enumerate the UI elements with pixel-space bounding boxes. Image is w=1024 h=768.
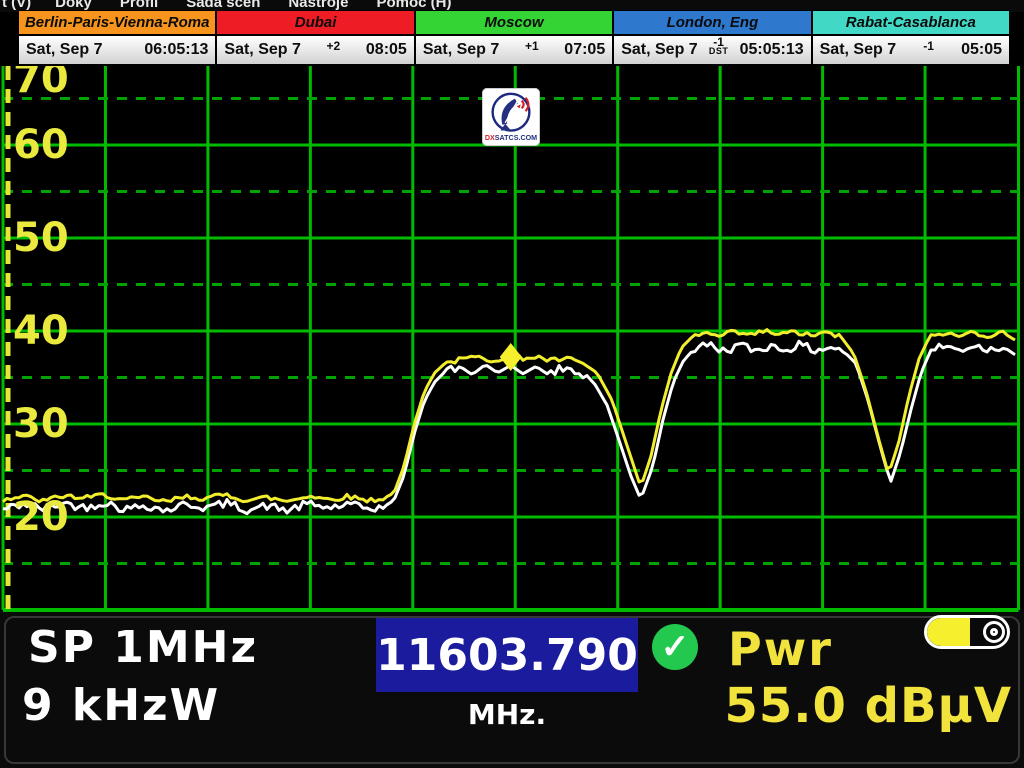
clock-date: Sat, Sep 7 bbox=[423, 41, 499, 59]
clock-time: 05:05:13 bbox=[740, 41, 804, 59]
frequency-unit-label: MHz. bbox=[376, 698, 638, 731]
clock-rabat-casablanca[interactable]: Rabat-Casablanca Sat, Sep 7 -1 05:05 bbox=[812, 10, 1010, 65]
svg-text:DXSATCS.COM: DXSATCS.COM bbox=[485, 134, 537, 142]
clock-utc-offset: +2 bbox=[327, 39, 341, 53]
clock-city-label: Rabat-Casablanca bbox=[813, 11, 1009, 36]
clock-utc-offset: +1 bbox=[525, 39, 539, 53]
span-setting-label: SP 1MHz bbox=[28, 622, 258, 673]
frequency-value: 11603.790 bbox=[376, 630, 638, 681]
power-label: Pwr bbox=[728, 622, 833, 676]
toggle-knob-center-icon bbox=[990, 628, 998, 636]
bandwidth-setting-label: 9 kHzW bbox=[22, 680, 220, 731]
spectrum-plot[interactable]: 70 60 50 40 30 20 bbox=[0, 66, 1024, 612]
dxsatcs-logo: DXSATCS.COM bbox=[482, 88, 540, 146]
clock-time: 08:05 bbox=[366, 41, 407, 59]
y-axis-tick-label: 60 bbox=[13, 122, 69, 168]
frequency-display[interactable]: 11603.790 bbox=[376, 618, 638, 692]
y-axis-tick-label: 40 bbox=[13, 308, 69, 354]
clock-time: 07:05 bbox=[564, 41, 605, 59]
toggle-fill bbox=[927, 618, 970, 646]
clock-time-row: Sat, Sep 7 06:05:13 bbox=[19, 36, 215, 64]
clock-date: Sat, Sep 7 bbox=[224, 41, 300, 59]
clock-moscow[interactable]: Moscow Sat, Sep 7 +1 07:05 bbox=[415, 10, 613, 65]
clock-berlin-paris-vienna-roma[interactable]: Berlin-Paris-Vienna-Roma Sat, Sep 7 06:0… bbox=[18, 10, 216, 65]
power-value: 55.0 dBµV bbox=[724, 678, 1012, 734]
satellite-dish-icon: DXSATCS.COM bbox=[482, 88, 540, 146]
clock-date: Sat, Sep 7 bbox=[820, 41, 896, 59]
clock-time: 06:05:13 bbox=[144, 41, 208, 59]
y-axis-tick-label: 20 bbox=[13, 494, 69, 540]
clock-city-label: Dubai bbox=[217, 11, 413, 36]
clock-dubai[interactable]: Dubai Sat, Sep 7 +2 08:05 bbox=[216, 10, 414, 65]
spectrum-analyzer-screen: t (V) Doky Profil Sada scén Nástroje Pom… bbox=[0, 0, 1024, 768]
clock-time-row: Sat, Sep 7 +2 08:05 bbox=[217, 36, 413, 64]
check-glyph: ✓ bbox=[661, 627, 690, 667]
spectrum-svg: 70 60 50 40 30 20 bbox=[0, 66, 1024, 612]
clock-dst-note: DST bbox=[698, 47, 740, 55]
clock-time: 05:05 bbox=[961, 41, 1002, 59]
bottom-readout-bar: SP 1MHz 9 kHzW 11603.790 MHz. ✓ Pwr 55.0… bbox=[0, 612, 1024, 768]
clock-city-label: Moscow bbox=[416, 11, 612, 36]
power-toggle[interactable] bbox=[924, 615, 1010, 649]
clock-date: Sat, Sep 7 bbox=[621, 41, 697, 59]
y-axis-tick-label: 30 bbox=[13, 401, 69, 447]
clock-date: Sat, Sep 7 bbox=[26, 41, 102, 59]
clock-utc-offset: -1 bbox=[923, 39, 934, 53]
clock-time-row: Sat, Sep 7 -1 05:05 bbox=[813, 36, 1009, 64]
clock-time-row: Sat, Sep 7 -1 DST 05:05:13 bbox=[614, 36, 810, 64]
clock-city-label: Berlin-Paris-Vienna-Roma bbox=[19, 11, 215, 36]
lock-check-icon: ✓ bbox=[652, 624, 698, 670]
y-axis-tick-label: 50 bbox=[13, 215, 69, 261]
clock-london[interactable]: London, Eng Sat, Sep 7 -1 DST 05:05:13 bbox=[613, 10, 811, 65]
clock-time-row: Sat, Sep 7 +1 07:05 bbox=[416, 36, 612, 64]
clock-city-label: London, Eng bbox=[614, 11, 810, 36]
tuned-frequency-marker-icon bbox=[500, 343, 522, 371]
world-clock-panel: Berlin-Paris-Vienna-Roma Sat, Sep 7 06:0… bbox=[18, 10, 1010, 65]
y-axis-tick-label: 70 bbox=[13, 66, 69, 102]
